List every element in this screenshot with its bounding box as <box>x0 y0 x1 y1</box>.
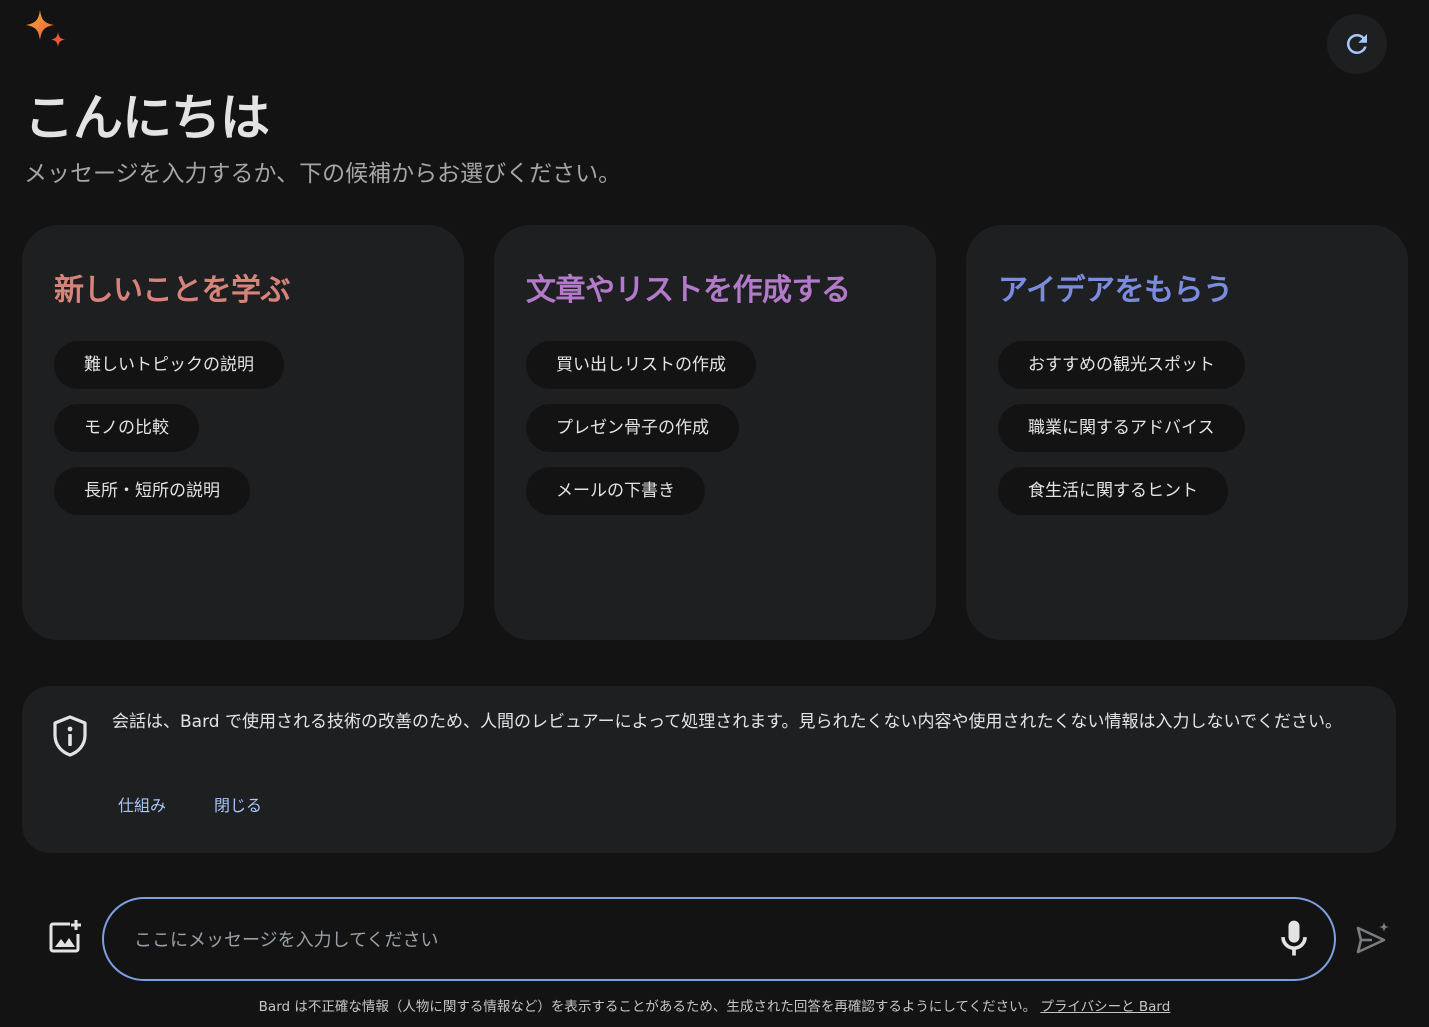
suggestion-chip[interactable]: プレゼン骨子の作成 <box>526 404 739 452</box>
notice-text: 会話は、Bard で使用される技術の改善のため、人間のレビュアーによって処理され… <box>112 712 1343 732</box>
suggestion-cards: 新しいことを学ぶ 難しいトピックの説明 モノの比較 長所・短所の説明 文章やリス… <box>22 225 1408 640</box>
suggestion-chip[interactable]: 職業に関するアドバイス <box>998 404 1245 452</box>
suggestion-chip[interactable]: おすすめの観光スポット <box>998 341 1245 389</box>
dismiss-button[interactable]: 閉じる <box>214 792 262 816</box>
privacy-notice: 会話は、Bard で使用される技術の改善のため、人間のレビュアーによって処理され… <box>22 686 1396 853</box>
shield-info-icon <box>50 714 90 758</box>
add-image-button[interactable] <box>46 918 84 956</box>
suggestion-chip[interactable]: 長所・短所の説明 <box>54 467 250 515</box>
learn-more-link[interactable]: 仕組み <box>118 792 166 816</box>
add-image-icon <box>49 920 81 953</box>
disclaimer-text: Bard は不正確な情報（人物に関する情報など）を表示することがあるため、生成さ… <box>258 999 1037 1015</box>
microphone-icon <box>1281 920 1307 956</box>
footer-disclaimer: Bard は不正確な情報（人物に関する情報など）を表示することがあるため、生成さ… <box>0 995 1429 1015</box>
card-learn: 新しいことを学ぶ 難しいトピックの説明 モノの比較 長所・短所の説明 <box>22 225 464 640</box>
microphone-button[interactable] <box>1272 917 1316 961</box>
card-title: 新しいことを学ぶ <box>54 273 291 308</box>
greeting-subtitle: メッセージを入力するか、下の候補からお選びください。 <box>24 161 622 187</box>
suggestion-chip[interactable]: 食生活に関するヒント <box>998 467 1228 515</box>
greeting-title: こんにちは <box>24 89 270 147</box>
card-title: アイデアをもらう <box>998 273 1233 308</box>
privacy-link[interactable]: プライバシーと Bard <box>1040 999 1170 1015</box>
suggestion-chip[interactable]: モノの比較 <box>54 404 199 452</box>
suggestion-chip[interactable]: 難しいトピックの説明 <box>54 341 284 389</box>
suggestion-chip[interactable]: 買い出しリストの作成 <box>526 341 756 389</box>
refresh-icon <box>1346 33 1367 54</box>
card-title: 文章やリストを作成する <box>526 273 851 308</box>
suggestion-chip[interactable]: メールの下書き <box>526 467 705 515</box>
card-ideas: アイデアをもらう おすすめの観光スポット 職業に関するアドバイス 食生活に関する… <box>966 225 1408 640</box>
sparkle-icon <box>22 8 68 52</box>
card-create: 文章やリストを作成する 買い出しリストの作成 プレゼン骨子の作成 メールの下書き <box>494 225 936 640</box>
refresh-button[interactable] <box>1327 14 1387 74</box>
send-icon <box>1356 922 1389 954</box>
send-button[interactable] <box>1352 918 1392 958</box>
message-input-container <box>102 897 1336 981</box>
message-input[interactable] <box>132 919 1256 961</box>
